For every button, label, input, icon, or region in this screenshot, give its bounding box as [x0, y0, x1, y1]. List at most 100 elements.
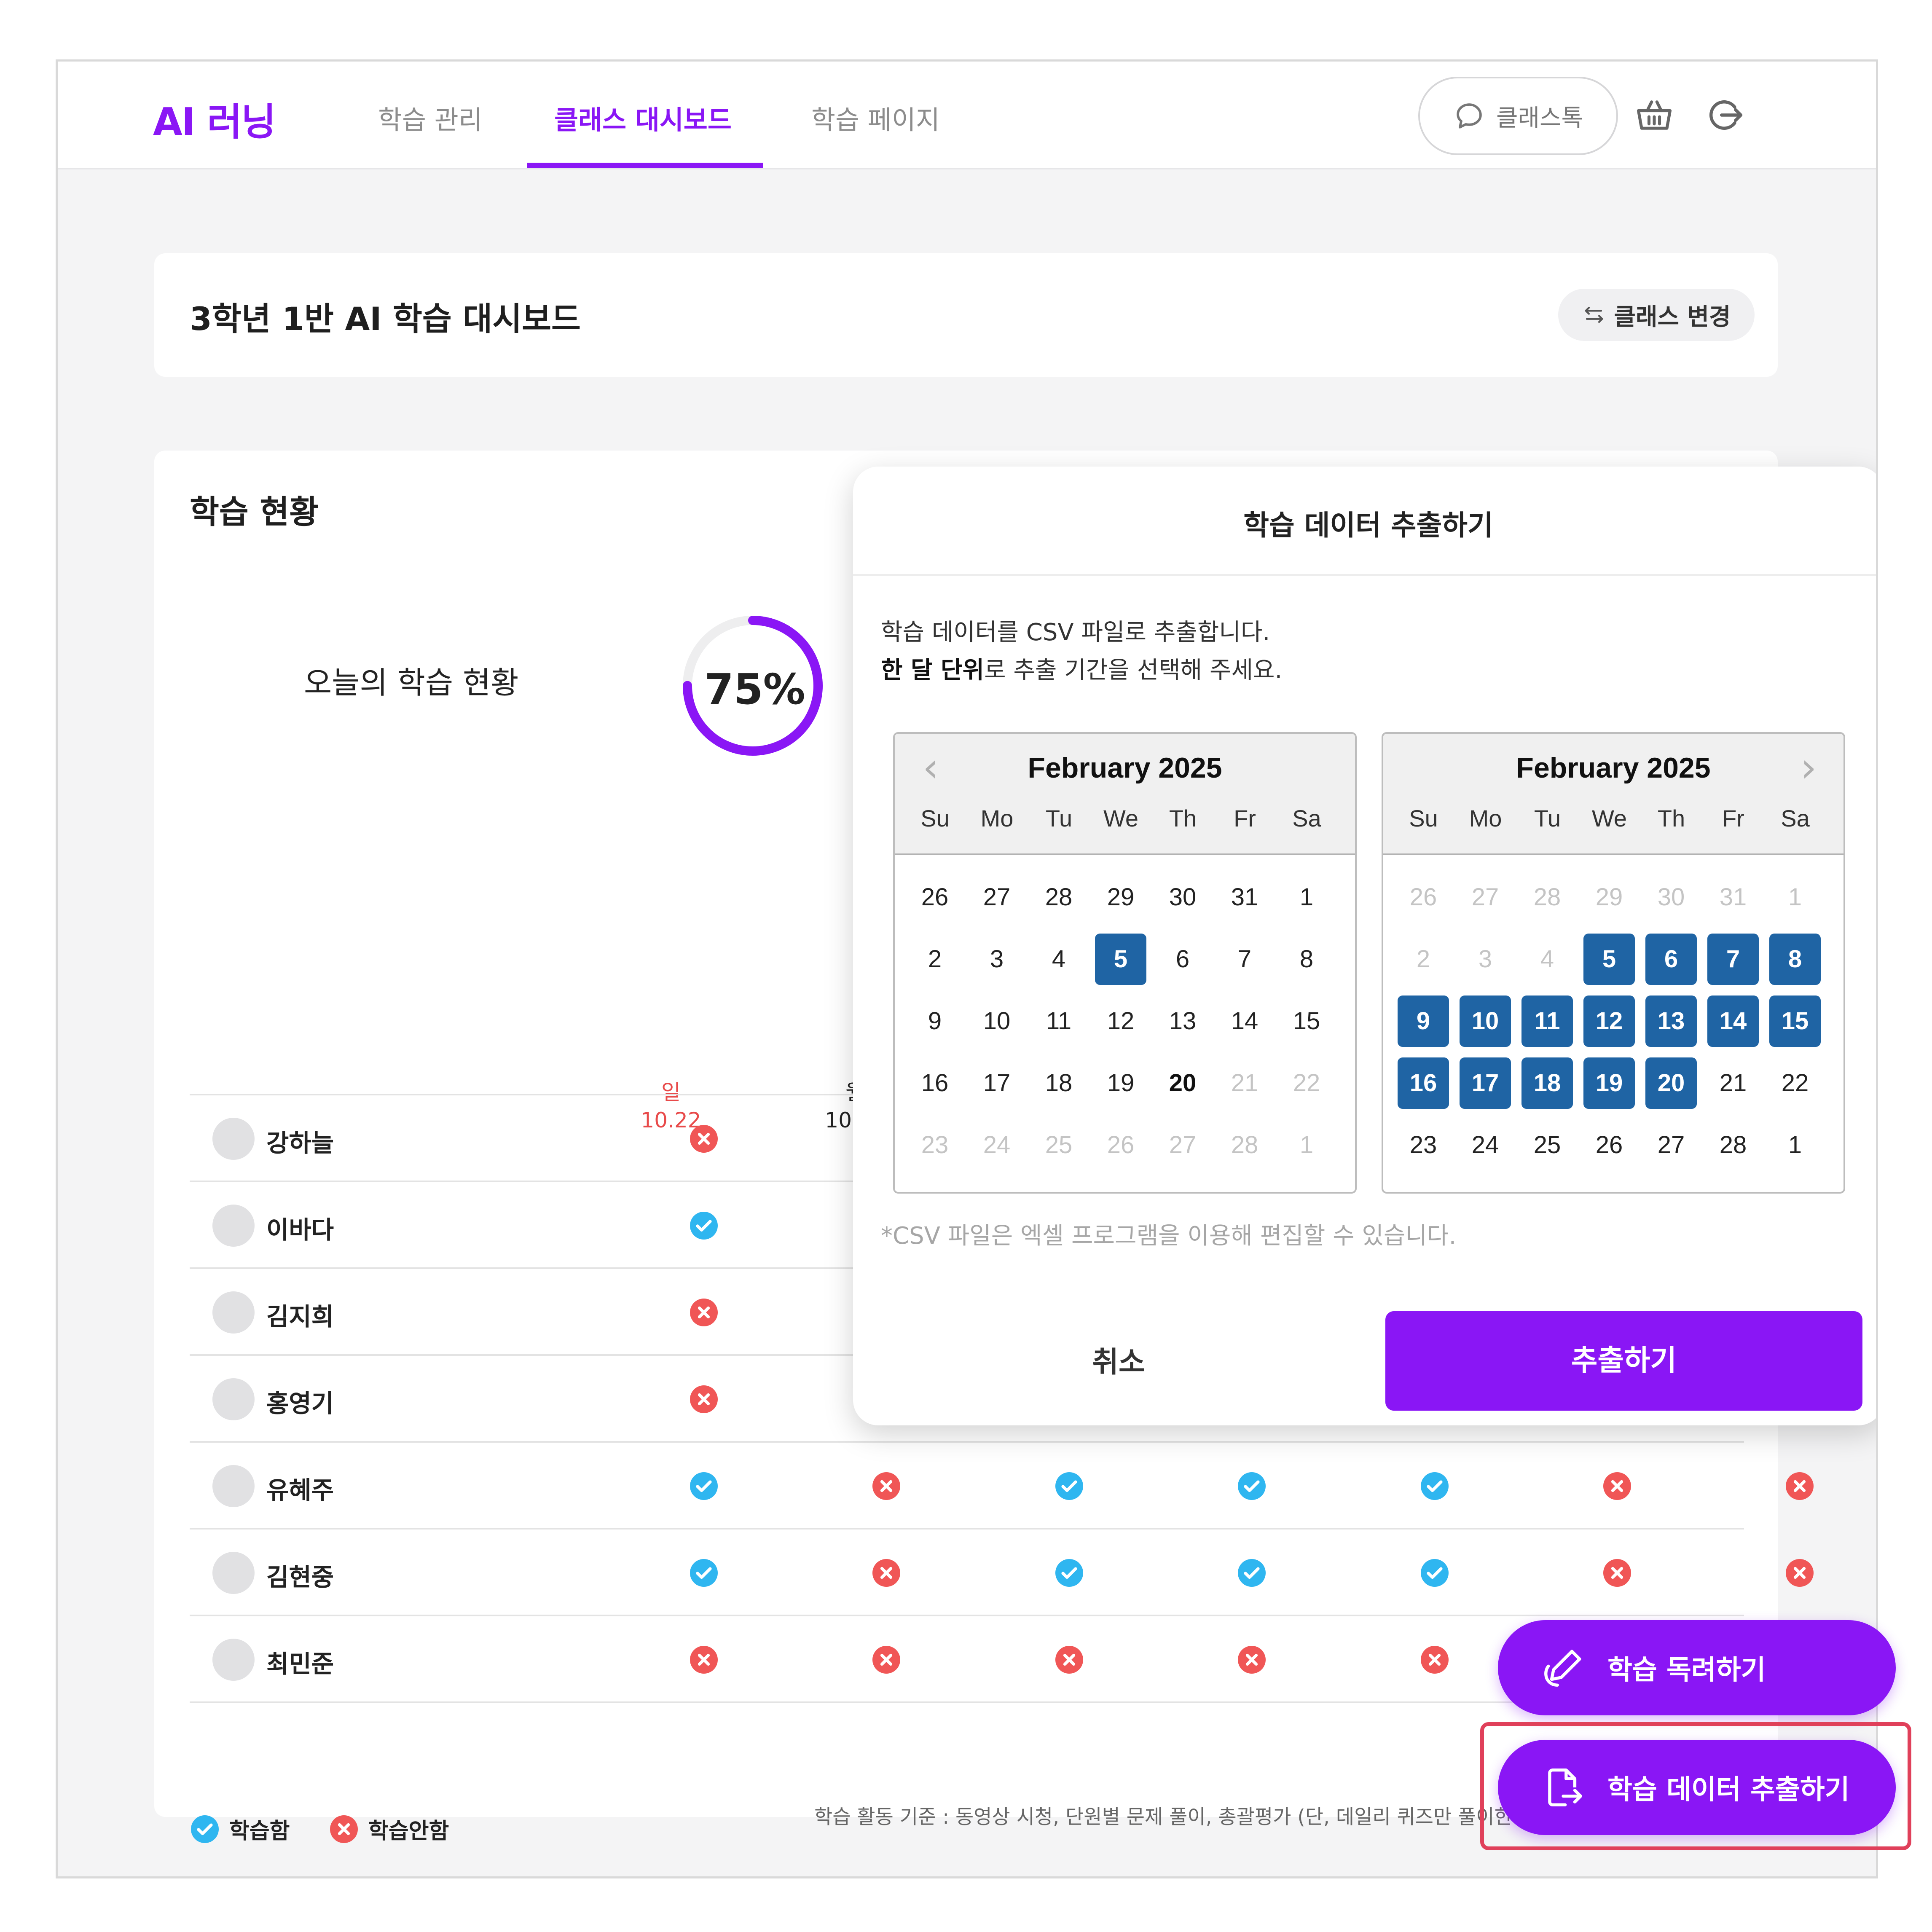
calendar-day[interactable]: 7 — [1219, 934, 1270, 985]
calendar-day[interactable]: 12 — [1095, 996, 1146, 1047]
calendar-day[interactable]: 28 — [1033, 872, 1084, 923]
table-rule — [190, 1701, 1744, 1703]
calendar-day[interactable]: 14 — [1219, 996, 1270, 1047]
calendar-day[interactable]: 24 — [971, 1119, 1022, 1171]
calendar-day[interactable]: 25 — [1033, 1119, 1084, 1171]
extract-button[interactable]: 추출하기 — [1385, 1311, 1862, 1411]
calendar-day[interactable]: 27 — [1157, 1119, 1208, 1171]
calendar-day[interactable]: 19 — [1095, 1057, 1146, 1109]
calendar-day[interactable]: 24 — [1460, 1119, 1511, 1171]
calendar-day[interactable]: 1 — [1769, 1119, 1821, 1171]
section-title: 학습 현황 — [190, 493, 319, 531]
calendar-day[interactable]: 28 — [1219, 1119, 1270, 1171]
calendar-day[interactable]: 22 — [1769, 1057, 1821, 1109]
calendar-day[interactable]: 11 — [1521, 996, 1573, 1047]
calendar-day[interactable]: 6 — [1645, 934, 1697, 985]
student-name[interactable]: 최민준 — [266, 1644, 334, 1680]
student-name[interactable]: 이바다 — [266, 1210, 334, 1245]
calendar-day[interactable]: 8 — [1769, 934, 1821, 985]
tab-learning-page[interactable]: 학습 페이지 — [811, 99, 940, 137]
calendar-day[interactable]: 17 — [971, 1057, 1022, 1109]
calendar-day[interactable]: 16 — [1398, 1057, 1449, 1109]
calendar-day[interactable]: 26 — [1583, 1119, 1635, 1171]
calendar-day[interactable]: 10 — [971, 996, 1022, 1047]
tab-learning-management[interactable]: 학습 관리 — [378, 99, 483, 137]
calendar-day[interactable]: 30 — [1157, 872, 1208, 923]
calendar-day[interactable]: 29 — [1583, 872, 1635, 923]
calendar-day[interactable]: 31 — [1219, 872, 1270, 923]
calendar-day[interactable]: 12 — [1583, 996, 1635, 1047]
x-circle-icon — [690, 1646, 718, 1674]
calendar-day[interactable]: 17 — [1460, 1057, 1511, 1109]
cancel-button[interactable]: 취소 — [853, 1313, 1384, 1412]
calendar-day[interactable]: 16 — [909, 1057, 961, 1109]
calendar-day[interactable]: 4 — [1033, 934, 1084, 985]
tab-class-dashboard[interactable]: 클래스 대시보드 — [554, 99, 732, 137]
calendar-day[interactable]: 1 — [1769, 872, 1821, 923]
calendar-day[interactable]: 1 — [1281, 872, 1332, 923]
calendar-day[interactable]: 3 — [971, 934, 1022, 985]
class-change-button[interactable]: 클래스 변경 — [1558, 289, 1755, 341]
student-name[interactable]: 강하늘 — [266, 1123, 334, 1159]
check-circle-icon — [1421, 1559, 1449, 1587]
page-title: 3학년 1반 AI 학습 대시보드 — [190, 300, 581, 338]
calendar-day[interactable]: 25 — [1521, 1119, 1573, 1171]
calendar-day[interactable]: 23 — [1398, 1119, 1449, 1171]
calendar-day[interactable]: 27 — [971, 872, 1022, 923]
calendar-day[interactable]: 20 — [1157, 1057, 1208, 1109]
calendar-day[interactable]: 26 — [909, 872, 961, 923]
calendar-day[interactable]: 31 — [1707, 872, 1759, 923]
calendar-day[interactable]: 8 — [1281, 934, 1332, 985]
basket-icon[interactable] — [1633, 94, 1675, 136]
classtalk-button[interactable]: 클래스톡 — [1418, 77, 1618, 155]
highlight-annotation — [1480, 1722, 1911, 1850]
calendar-day[interactable]: 7 — [1707, 934, 1759, 985]
calendar-day[interactable]: 18 — [1521, 1057, 1573, 1109]
encourage-learning-button[interactable]: 학습 독려하기 — [1498, 1620, 1896, 1715]
calendar-day[interactable]: 18 — [1033, 1057, 1084, 1109]
calendar-day[interactable]: 2 — [909, 934, 961, 985]
calendar-day[interactable]: 22 — [1281, 1057, 1332, 1109]
calendar-day[interactable]: 13 — [1157, 996, 1208, 1047]
calendar-month-label: February 2025 — [1028, 752, 1222, 784]
export-data-modal: 학습 데이터 추출하기 학습 데이터를 CSV 파일로 추출합니다. 한 달 단… — [853, 467, 1876, 1425]
calendar-day[interactable]: 27 — [1460, 872, 1511, 923]
student-name[interactable]: 김지희 — [266, 1297, 334, 1332]
instruction-rest: 로 추출 기간을 선택해 주세요. — [984, 657, 1283, 684]
calendar-day[interactable]: 13 — [1645, 996, 1697, 1047]
calendar-day[interactable]: 21 — [1219, 1057, 1270, 1109]
calendar-day[interactable]: 23 — [909, 1119, 961, 1171]
calendar-day[interactable]: 21 — [1707, 1057, 1759, 1109]
modal-instruction: 한 달 단위로 추출 기간을 선택해 주세요. — [881, 651, 1282, 685]
student-name[interactable]: 유혜주 — [266, 1470, 334, 1506]
logo[interactable]: AI 러닝 — [153, 91, 276, 146]
student-name[interactable]: 홍영기 — [266, 1384, 334, 1419]
calendar-day[interactable]: 1 — [1281, 1119, 1332, 1171]
calendar-day[interactable]: 20 — [1645, 1057, 1697, 1109]
calendar-day[interactable]: 11 — [1033, 996, 1084, 1047]
calendar-day[interactable]: 14 — [1707, 996, 1759, 1047]
calendar-day[interactable]: 4 — [1521, 934, 1573, 985]
calendar-day[interactable]: 19 — [1583, 1057, 1635, 1109]
calendar-day[interactable]: 26 — [1398, 872, 1449, 923]
calendar-day[interactable]: 2 — [1398, 934, 1449, 985]
calendar-day[interactable]: 9 — [1398, 996, 1449, 1047]
calendar-day[interactable]: 26 — [1095, 1119, 1146, 1171]
student-name[interactable]: 김현중 — [266, 1557, 334, 1593]
x-circle-icon — [872, 1559, 900, 1587]
calendar-day[interactable]: 5 — [1095, 934, 1146, 985]
calendar-day[interactable]: 9 — [909, 996, 961, 1047]
calendar-day[interactable]: 10 — [1460, 996, 1511, 1047]
calendar-day[interactable]: 5 — [1583, 934, 1635, 985]
calendar-day[interactable]: 29 — [1095, 872, 1146, 923]
calendar-day[interactable]: 15 — [1281, 996, 1332, 1047]
calendar-day[interactable]: 3 — [1460, 934, 1511, 985]
logout-icon[interactable] — [1704, 94, 1746, 136]
calendar-day[interactable]: 30 — [1645, 872, 1697, 923]
calendar-day[interactable]: 27 — [1645, 1119, 1697, 1171]
calendar-day[interactable]: 15 — [1769, 996, 1821, 1047]
calendar-day[interactable]: 28 — [1707, 1119, 1759, 1171]
check-circle-icon — [1238, 1559, 1266, 1587]
calendar-day[interactable]: 6 — [1157, 934, 1208, 985]
calendar-day[interactable]: 28 — [1521, 872, 1573, 923]
